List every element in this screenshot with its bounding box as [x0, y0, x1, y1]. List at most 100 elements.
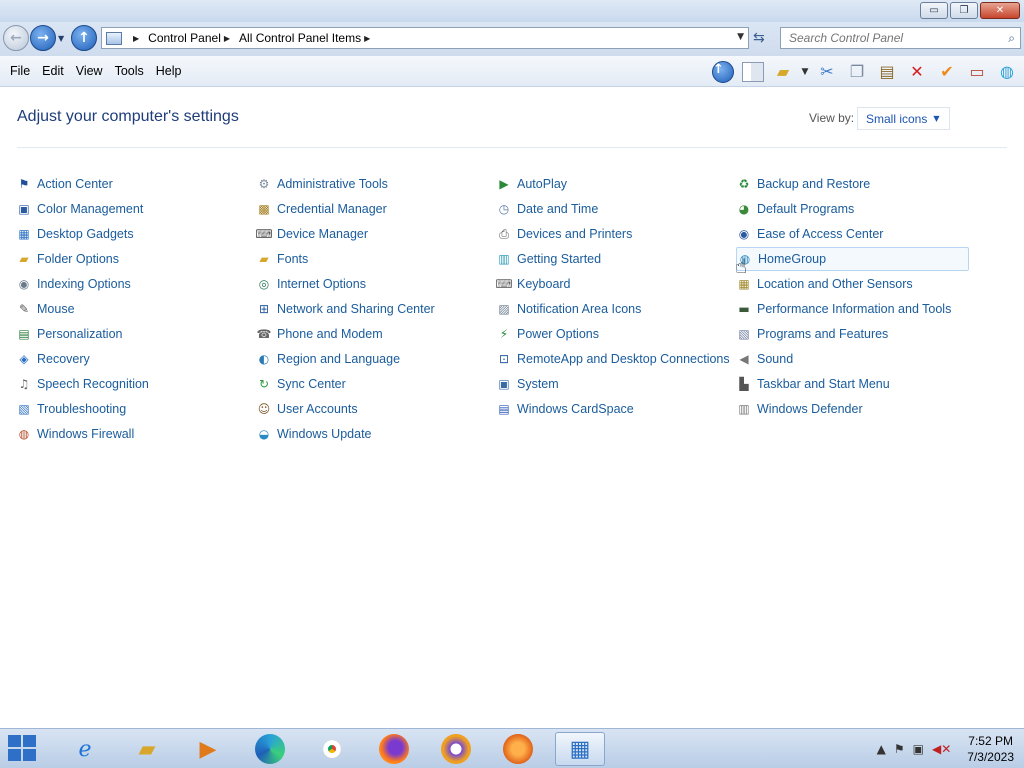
system-icon: ▣: [498, 377, 510, 391]
cp-item-backup-and-restore[interactable]: ♻ Backup and Restore: [736, 172, 871, 196]
properties-icon[interactable]: ▭: [964, 59, 990, 84]
cp-item-desktop-gadgets[interactable]: ▦ Desktop Gadgets: [16, 222, 133, 246]
menu-tools[interactable]: Tools: [109, 64, 150, 78]
chrome-icon[interactable]: [307, 732, 357, 766]
cp-item-speech-recognition[interactable]: ♫ Speech Recognition: [16, 372, 149, 396]
cp-item-windows-cardspace[interactable]: ▤ Windows CardSpace: [496, 397, 633, 421]
user-accounts-icon: ☺: [257, 402, 271, 416]
control-panel-taskbar-icon[interactable]: ▦: [555, 732, 605, 766]
cp-item-label: Keyboard: [517, 277, 571, 291]
shell-icon[interactable]: ◍: [994, 59, 1020, 84]
up-button[interactable]: ↑: [71, 25, 97, 51]
password-manager-icon[interactable]: [431, 732, 481, 766]
mouse-icon: ✎: [18, 302, 30, 316]
delete-icon[interactable]: ✕: [904, 59, 930, 84]
cp-item-devices-and-printers[interactable]: ⎙ Devices and Printers: [496, 222, 632, 246]
checkmark-icon[interactable]: ✔: [934, 59, 960, 84]
network-icon[interactable]: ▣: [913, 742, 924, 756]
cp-item-action-center[interactable]: ⚑ Action Center: [16, 172, 113, 196]
media-player-icon[interactable]: ▶: [183, 732, 233, 766]
breadcrumb-control-panel[interactable]: Control Panel: [148, 31, 221, 45]
show-hidden-icons[interactable]: ▲: [877, 742, 886, 756]
cp-item-folder-options[interactable]: ▰ Folder Options: [16, 247, 119, 271]
cp-item-notification-area-icons[interactable]: ▨ Notification Area Icons: [496, 297, 641, 321]
internet-explorer-icon[interactable]: ℯ: [60, 732, 110, 766]
cp-item-ease-of-access-center[interactable]: ◉ Ease of Access Center: [736, 222, 884, 246]
cp-item-windows-defender[interactable]: ▥ Windows Defender: [736, 397, 862, 421]
back-button[interactable]: ←: [3, 25, 29, 51]
cp-item-autoplay[interactable]: ▶ AutoPlay: [496, 172, 567, 196]
address-dropdown-icon[interactable]: ▼: [737, 32, 744, 42]
cp-item-windows-update[interactable]: ◒ Windows Update: [256, 422, 372, 446]
edge-icon[interactable]: [245, 732, 295, 766]
cp-item-phone-and-modem[interactable]: ☎ Phone and Modem: [256, 322, 383, 346]
cp-item-sync-center[interactable]: ↻ Sync Center: [256, 372, 346, 396]
cp-item-remoteapp-and-desktop-connections[interactable]: ⊡ RemoteApp and Desktop Connections: [496, 347, 730, 371]
cp-item-location-and-other-sensors[interactable]: ▦ Location and Other Sensors: [736, 272, 912, 296]
location-and-other-sensors-icon: ▦: [738, 277, 750, 291]
cp-item-personalization[interactable]: ▤ Personalization: [16, 322, 122, 346]
menu-help[interactable]: Help: [150, 64, 188, 78]
cp-item-system[interactable]: ▣ System: [496, 372, 558, 396]
view-by-dropdown[interactable]: Small icons ▼: [857, 107, 950, 130]
toolbar-panel-button[interactable]: [740, 59, 766, 84]
cp-item-user-accounts[interactable]: ☺ User Accounts: [256, 397, 358, 421]
cp-item-power-options[interactable]: ⚡ Power Options: [496, 322, 599, 346]
menu-edit[interactable]: Edit: [36, 64, 70, 78]
cp-item-network-and-sharing-center[interactable]: ⊞ Network and Sharing Center: [256, 297, 435, 321]
cp-item-fonts[interactable]: ▰ Fonts: [256, 247, 308, 271]
cut-icon[interactable]: ✂: [814, 59, 840, 84]
paste-icon[interactable]: ▤: [874, 59, 900, 84]
cp-item-device-manager[interactable]: ⌨ Device Manager: [255, 222, 368, 246]
close-button[interactable]: ✕: [980, 2, 1020, 19]
copy-icon[interactable]: ❐: [844, 59, 870, 84]
cp-item-credential-manager[interactable]: ▩ Credential Manager: [256, 197, 386, 221]
restore-button[interactable]: ❐: [950, 2, 978, 19]
cp-item-date-and-time[interactable]: ◷ Date and Time: [496, 197, 599, 221]
cp-item-windows-firewall[interactable]: ◍ Windows Firewall: [16, 422, 135, 446]
minimize-button[interactable]: ▭: [920, 2, 948, 19]
cp-item-color-management[interactable]: ▣ Color Management: [16, 197, 143, 221]
cp-item-indexing-options[interactable]: ◉ Indexing Options: [16, 272, 131, 296]
file-explorer-icon[interactable]: ▰: [122, 732, 172, 766]
menu-file[interactable]: File: [4, 64, 36, 78]
cp-item-administrative-tools[interactable]: ⚙ Administrative Tools: [256, 172, 388, 196]
cp-item-performance-information-and-tools[interactable]: ▬ Performance Information and Tools: [736, 297, 951, 321]
menu-view[interactable]: View: [70, 64, 109, 78]
cp-item-label: Mouse: [37, 302, 75, 316]
cp-item-region-and-language[interactable]: ◐ Region and Language: [256, 347, 400, 371]
breadcrumb-all-items[interactable]: All Control Panel Items: [239, 31, 361, 45]
refresh-icon[interactable]: ⇆: [753, 30, 765, 46]
chevron-right-icon[interactable]: ▶: [133, 34, 139, 43]
search-icon[interactable]: ⌕: [1008, 31, 1015, 46]
search-box[interactable]: ⌕: [780, 27, 1021, 49]
recent-pages-dropdown[interactable]: ▼: [58, 34, 64, 43]
cp-item-sound[interactable]: ◀ Sound: [736, 347, 793, 371]
cp-item-taskbar-and-start-menu[interactable]: ▙ Taskbar and Start Menu: [736, 372, 889, 396]
firefox-icon[interactable]: [369, 732, 419, 766]
action-center-flag-icon[interactable]: ⚑: [894, 742, 905, 756]
toolbar-up-button[interactable]: ↑: [710, 59, 736, 84]
forward-button[interactable]: →: [30, 25, 56, 51]
folder-icon[interactable]: ▰: [770, 59, 796, 84]
cp-item-homegroup[interactable]: ◍ HomeGroup: [736, 247, 969, 271]
cp-item-recovery[interactable]: ◈ Recovery: [16, 347, 89, 371]
cp-item-troubleshooting[interactable]: ▧ Troubleshooting: [16, 397, 126, 421]
clock[interactable]: 7:52 PM 7/3/2023: [967, 733, 1014, 765]
cp-item-default-programs[interactable]: ◕ Default Programs: [736, 197, 855, 221]
cp-item-keyboard[interactable]: ⌨ Keyboard: [495, 272, 571, 296]
address-bar[interactable]: ▶ Control Panel ▶ All Control Panel Item…: [101, 27, 749, 49]
chevron-right-icon[interactable]: ▶: [224, 34, 230, 43]
sublime-icon[interactable]: [493, 732, 543, 766]
start-button[interactable]: [8, 735, 40, 763]
chevron-right-icon[interactable]: ▶: [364, 34, 370, 43]
cp-item-programs-and-features[interactable]: ▧ Programs and Features: [736, 322, 888, 346]
search-input[interactable]: [789, 31, 989, 45]
cp-item-getting-started[interactable]: ▥ Getting Started: [496, 247, 601, 271]
volume-muted-icon[interactable]: ◀✕: [932, 742, 951, 756]
folder-dropdown-icon[interactable]: ▼: [800, 59, 810, 84]
cp-item-mouse[interactable]: ✎ Mouse: [16, 297, 75, 321]
cp-item-internet-options[interactable]: ◎ Internet Options: [256, 272, 366, 296]
notification-area-icons-icon: ▨: [498, 302, 510, 316]
cp-item-label: AutoPlay: [517, 177, 568, 191]
